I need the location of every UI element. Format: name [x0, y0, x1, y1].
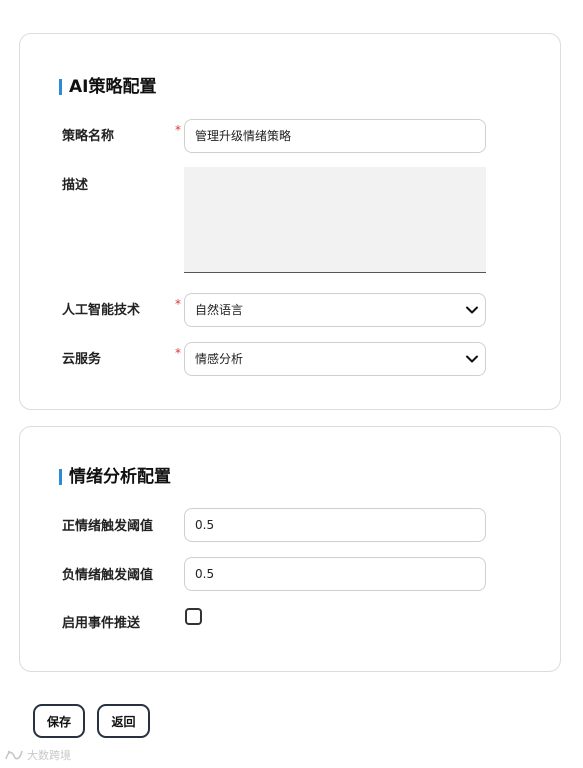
- ai-strategy-card: AI策略配置 策略名称 * 管理升级情绪策略 描述 人工智能技术 * 自然语言 …: [19, 33, 561, 410]
- required-marker: *: [175, 297, 181, 311]
- cloud-service-select[interactable]: 情感分析: [184, 342, 486, 376]
- positive-threshold-input[interactable]: 0.5: [184, 508, 486, 542]
- event-push-checkbox[interactable]: [185, 608, 202, 625]
- strategy-name-label: 策略名称: [62, 129, 115, 144]
- cloud-service-selected-value: 情感分析: [195, 352, 244, 366]
- negative-threshold-input[interactable]: 0.5: [184, 557, 486, 591]
- save-button[interactable]: 保存: [33, 704, 85, 738]
- ai-tech-label: 人工智能技术: [62, 303, 141, 318]
- section-title-ai-strategy: AI策略配置: [59, 77, 156, 97]
- positive-threshold-label: 正情绪触发阈值: [62, 519, 154, 534]
- ai-tech-select[interactable]: 自然语言: [184, 293, 486, 327]
- sentiment-config-card: 情绪分析配置 正情绪触发阈值 0.5 负情绪触发阈值 0.5 启用事件推送: [19, 426, 561, 672]
- cloud-service-label: 云服务: [62, 352, 102, 367]
- required-marker: *: [175, 123, 181, 137]
- ai-tech-selected-value: 自然语言: [195, 303, 244, 317]
- description-textarea[interactable]: [184, 167, 486, 273]
- chevron-down-icon: [466, 306, 478, 314]
- description-label: 描述: [62, 178, 89, 193]
- section-title-sentiment: 情绪分析配置: [59, 467, 171, 487]
- back-button[interactable]: 返回: [97, 704, 150, 738]
- watermark: 大数跨境: [4, 747, 71, 763]
- strategy-name-input[interactable]: 管理升级情绪策略: [184, 119, 486, 153]
- event-push-label: 启用事件推送: [62, 616, 141, 631]
- logo-icon: [5, 750, 23, 760]
- watermark-text: 大数跨境: [27, 749, 71, 762]
- chevron-down-icon: [466, 355, 478, 363]
- negative-threshold-label: 负情绪触发阈值: [62, 568, 154, 583]
- required-marker: *: [175, 346, 181, 360]
